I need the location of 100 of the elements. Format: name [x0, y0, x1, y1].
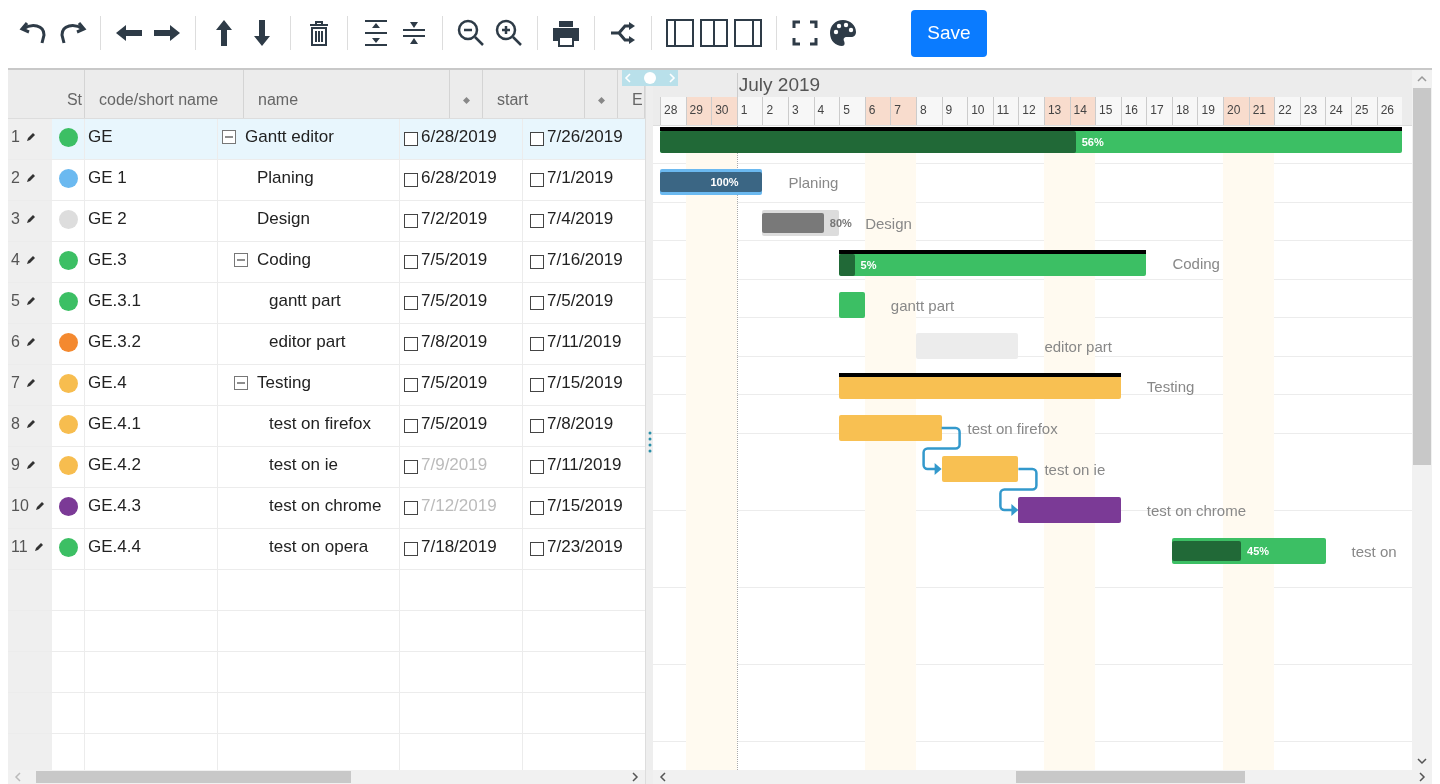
- day-cell: 26: [1376, 97, 1403, 125]
- table-cell: editor part: [269, 332, 346, 352]
- column-header[interactable]: name: [258, 91, 299, 109]
- layout-right-icon[interactable]: [732, 17, 764, 49]
- table-row[interactable]: 10 GE.4.3 test on chrome 7/12/2019 7/15/2019: [8, 488, 645, 529]
- collapse-icon[interactable]: [234, 376, 248, 390]
- table-cell: 7/16/2019: [547, 250, 623, 270]
- table-row[interactable]: 7 GE.4 Testing 7/5/2019 7/15/2019: [8, 365, 645, 406]
- day-cell: 7: [890, 97, 916, 125]
- checkbox[interactable]: [530, 255, 544, 269]
- scrollbar-thumb[interactable]: [1016, 771, 1245, 783]
- pencil-icon[interactable]: [25, 460, 36, 470]
- day-cell: 13: [1043, 97, 1070, 125]
- table-cell: 7/2/2019: [421, 209, 488, 229]
- sort-icon[interactable]: [597, 96, 605, 104]
- checkbox[interactable]: [530, 460, 544, 474]
- pencil-icon[interactable]: [25, 378, 36, 388]
- checkbox[interactable]: [530, 337, 544, 351]
- table-cell: GE.3.1: [88, 291, 141, 311]
- checkbox[interactable]: [404, 460, 418, 474]
- table-cell: 7/18/2019: [421, 537, 497, 557]
- scroll-down-icon[interactable]: [1417, 757, 1427, 765]
- checkbox[interactable]: [404, 255, 418, 269]
- table-row[interactable]: 11 GE.4.4 test on opera 7/18/2019 7/23/2019: [8, 529, 645, 570]
- checkbox[interactable]: [530, 419, 544, 433]
- day-cell: 12: [1018, 97, 1044, 125]
- table-row[interactable]: 6 GE.3.2 editor part 7/8/2019 7/11/2019: [8, 324, 645, 365]
- row-number: 6: [11, 333, 20, 351]
- pencil-icon[interactable]: [25, 132, 36, 142]
- column-header[interactable]: start: [497, 91, 529, 109]
- checkbox[interactable]: [530, 296, 544, 310]
- checkbox[interactable]: [404, 132, 418, 146]
- progress-label: 80%: [829, 216, 852, 231]
- pencil-icon[interactable]: [25, 173, 36, 183]
- checkbox[interactable]: [404, 296, 418, 310]
- column-header[interactable]: code/short name: [99, 91, 219, 109]
- column-header[interactable]: E: [632, 91, 643, 109]
- checkbox[interactable]: [404, 419, 418, 433]
- table-cell: 7/5/2019: [421, 250, 488, 270]
- checkbox[interactable]: [530, 501, 544, 515]
- table-row[interactable]: 1 GE Gantt editor 6/28/2019 7/26/2019: [8, 119, 645, 160]
- checkbox[interactable]: [404, 542, 418, 556]
- table-cell: 7/11/2019: [547, 455, 622, 475]
- table-row[interactable]: 5 GE.3.1 gantt part 7/5/2019 7/5/2019: [8, 283, 645, 324]
- scrollbar-thumb[interactable]: [36, 771, 351, 783]
- splitter-handle-icon[interactable]: [622, 70, 678, 86]
- table-cell: 7/9/2019: [421, 455, 488, 475]
- pencil-icon[interactable]: [25, 214, 36, 224]
- task-bar[interactable]: [839, 250, 1147, 276]
- pencil-icon[interactable]: [25, 296, 36, 306]
- checkbox[interactable]: [404, 337, 418, 351]
- table-cell: 7/15/2019: [547, 373, 623, 393]
- pencil-icon[interactable]: [25, 419, 36, 429]
- pencil-icon[interactable]: [25, 255, 36, 265]
- scrollbar-thumb[interactable]: [1413, 88, 1431, 465]
- table-cell: 7/11/2019: [547, 332, 622, 352]
- day-cell: 5: [839, 97, 865, 125]
- table-cell: Testing: [257, 373, 311, 393]
- layout-split-icon[interactable]: [698, 17, 730, 49]
- checkbox[interactable]: [404, 378, 418, 392]
- table-cell: 7/26/2019: [547, 127, 623, 147]
- collapse-icon[interactable]: [234, 253, 248, 267]
- checkbox[interactable]: [530, 132, 544, 146]
- collapse-icon[interactable]: [222, 130, 236, 144]
- checkbox[interactable]: [530, 173, 544, 187]
- column-header[interactable]: St: [66, 91, 82, 109]
- task-bar[interactable]: [660, 127, 1403, 153]
- palette-icon[interactable]: [827, 17, 859, 49]
- day-cell: 28: [660, 97, 686, 125]
- table-cell: 7/8/2019: [547, 414, 614, 434]
- grip-icon[interactable]: [647, 431, 652, 453]
- checkbox[interactable]: [530, 378, 544, 392]
- checkbox[interactable]: [404, 173, 418, 187]
- save-button[interactable]: Save: [911, 9, 987, 57]
- scroll-right-icon[interactable]: [1418, 772, 1426, 782]
- table-row[interactable]: 3 GE 2 Design 7/2/2019 7/4/2019: [8, 201, 645, 242]
- layout-left-icon[interactable]: [664, 17, 696, 49]
- task-bar[interactable]: [839, 373, 1121, 399]
- checkbox[interactable]: [404, 501, 418, 515]
- row-number: 4: [11, 251, 20, 269]
- table-row[interactable]: 2 GE 1 Planing 6/28/2019 7/1/2019: [8, 160, 645, 201]
- day-cell: 8: [915, 97, 942, 125]
- checkbox[interactable]: [404, 214, 418, 228]
- table-cell: 7/1/2019: [547, 168, 614, 188]
- table-row[interactable]: 9 GE.4.2 test on ie 7/9/2019 7/11/2019: [8, 447, 645, 488]
- sort-icon[interactable]: [462, 96, 470, 104]
- checkbox[interactable]: [530, 542, 544, 556]
- pencil-icon[interactable]: [33, 542, 44, 552]
- table-cell: 7/5/2019: [421, 291, 488, 311]
- progress-label: 5%: [860, 258, 877, 273]
- row-number: 10: [11, 497, 29, 515]
- scroll-left-icon[interactable]: [659, 772, 667, 782]
- checkbox[interactable]: [530, 214, 544, 228]
- table-row[interactable]: 8 GE.4.1 test on firefox 7/5/2019 7/8/2019: [8, 406, 645, 447]
- pencil-icon[interactable]: [34, 501, 45, 511]
- table-cell: GE: [88, 127, 113, 147]
- table-row[interactable]: 4 GE.3 Coding 7/5/2019 7/16/2019: [8, 242, 645, 283]
- pencil-icon[interactable]: [25, 337, 36, 347]
- table-cell: 7/5/2019: [421, 414, 488, 434]
- scroll-right-icon[interactable]: [631, 772, 639, 782]
